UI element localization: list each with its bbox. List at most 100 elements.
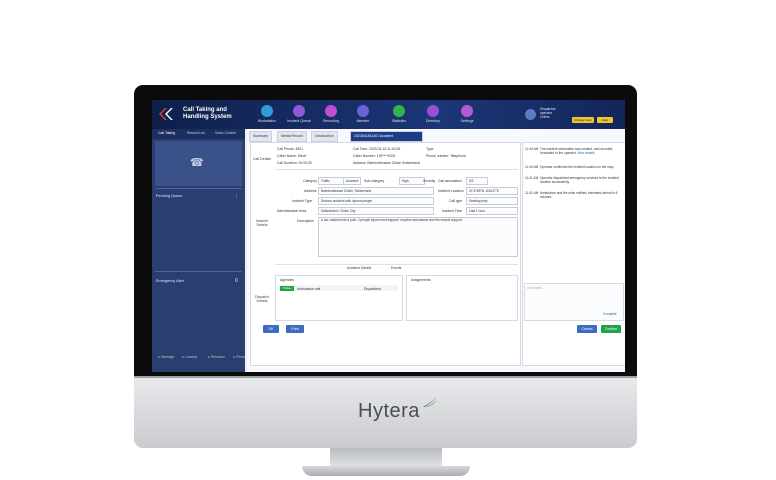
toggle-events[interactable]: Events [391,266,401,270]
divider [275,264,518,265]
pending-queue-label: Pending Queue [156,194,183,198]
member-icon [357,105,369,117]
timeline-text: Operator dispatched emergency services t… [540,176,619,184]
view-details-link[interactable]: View details [577,151,594,155]
description-label: Description [297,219,314,223]
ok-button[interactable]: OK [263,325,279,333]
description-field[interactable]: A car crashed into a pole; 2 people inju… [318,217,518,257]
incident-form: Call Details Call Phone: 4501 Call Time:… [250,142,521,366]
incident-time-label: Incident Time [442,209,463,213]
nav-member[interactable]: Member [348,105,378,129]
print-button[interactable]: Print [286,325,304,333]
severity-field[interactable]: High [399,177,425,185]
user-info: Dispatcher operator Online [540,107,556,120]
toggle-accident-details[interactable]: Accident Details [347,266,371,270]
cancel-button[interactable]: Cancel [577,325,597,333]
user-avatar-icon[interactable] [525,109,536,120]
tab-media-record[interactable]: Media Record [277,131,307,142]
agency-status: Dispatched [364,287,381,291]
call-duration: Call Duration: 00:00:30 [277,161,312,165]
call-type-field[interactable]: Seeking help [466,197,518,205]
tab-summary[interactable]: Summary [249,131,272,142]
dispatch-details-label: Dispatch Details [255,295,269,303]
expand-icon[interactable]: ⋮ [234,193,239,199]
nav-statistics[interactable]: Statistics [384,105,414,129]
address-field[interactable]: Bahnhofstrasse Zürich, Switzerland [318,187,434,195]
brand-logo: Hytera [358,397,437,423]
timeline-time: 11:41 AM [525,176,539,180]
timeline-time: 11:40 AM [525,147,539,151]
brand-swoosh-icon [423,397,437,407]
call-association-label: Call association [438,179,462,183]
call-time: Call Time: 2023-04-18 11:40:25 [353,147,401,151]
statistics-icon [393,105,405,117]
admin-area-field[interactable]: Switzerland / Zürich City [318,207,434,215]
incident-location-field[interactable]: 47.3769°N, 8.5417°E [466,187,518,195]
help-button[interactable]: Help [597,117,613,123]
footer-phone[interactable]: ● Phone [233,355,245,359]
incident-type-field[interactable]: Serious accident with injured people [318,197,434,205]
incident-details-label: Incident Details [255,219,269,227]
monitor-stand-base [302,466,470,476]
timeline-text: Ambulance and fire units notified; estim… [540,191,618,199]
agency-tag: Police [280,286,294,291]
app-screen: Call Taking and Handling System Workstat… [152,100,625,372]
address-label: Address [304,189,317,193]
sub-category-field[interactable]: Accident [343,177,361,185]
app-title: Call Taking and Handling System [183,107,232,120]
note-input[interactable]: Add notes... Complete [524,283,624,321]
note-placeholder: Add notes... [527,286,545,290]
call-details-label: Call Details [252,157,272,161]
timeline-time: 11:40 AM [525,165,539,169]
tab-record-list[interactable]: Record List [187,131,205,135]
nav-workstation[interactable]: Workstation [252,105,282,129]
caller-address: Address: Bahnhofstrasse Zürich Switzerla… [353,161,420,165]
directory-icon [427,105,439,117]
footer-resource[interactable]: ● Resource [208,355,225,359]
divider [155,271,242,272]
phone-icon[interactable]: ☎ [190,156,204,169]
main-area: Summary Media Record Geolocation 2023041… [247,129,625,372]
agencies-header: Agencies [280,278,294,282]
footer-location[interactable]: ● Location [182,355,197,359]
tab-call-taking[interactable]: Call Taking [158,131,175,135]
admin-area-label: Administrative Area [277,209,307,213]
workstation-icon [261,105,273,117]
assignments-header: Assignments [411,278,431,282]
nav-incident-queue[interactable]: Incident Queue [284,105,314,129]
assignments-panel: Assignments [406,275,518,321]
recording-icon [325,105,337,117]
category-field[interactable]: Traffic [318,177,344,185]
timeline-text: Operator confirmed the incident location… [540,165,615,169]
nav-directory[interactable]: Directory [418,105,448,129]
change-user-button[interactable]: Change User [572,117,594,123]
header-bar: Call Taking and Handling System Workstat… [152,100,625,129]
nav-settings[interactable]: Settings [452,105,482,129]
confirm-button[interactable]: Confirm [601,325,621,333]
call-type-text: Type [426,147,434,151]
call-type-label: Call type [449,199,463,203]
footer-message[interactable]: ● Message [158,355,174,359]
emergency-alert-count: 0 [235,278,238,284]
emergency-alert-label: Emergency Alert [156,279,184,283]
timeline-text: The incident information was created; ca… [540,147,613,155]
timeline-time: 11:41 AM [525,191,539,195]
agency-name: Ambulance unit [297,287,321,291]
left-sidebar: Call Taking Record List Voice Control ☎ … [152,129,245,372]
incident-type-label: Incident Type [292,199,313,203]
phone-number-type: Phone number: Telephone [426,154,466,158]
tab-geolocation[interactable]: Geolocation [311,131,338,142]
tab-active-incident[interactable]: 2023041811401 Accident [350,131,423,142]
nav-recording[interactable]: Recording [316,105,346,129]
queue-icon [293,105,305,117]
call-association-field[interactable]: 0/3 [466,177,488,185]
timeline-panel: 11:40 AM The incident information was cr… [522,142,625,366]
caller-name: Caller Name: Steve [277,154,307,158]
incident-time-field[interactable]: Last 1 hour [466,207,518,215]
divider [155,188,242,189]
settings-icon [461,105,473,117]
complete-link[interactable]: Complete [603,312,617,316]
severity-label: Sub-category [364,179,385,183]
severity-caption: Severity [423,179,436,183]
tab-voice-control[interactable]: Voice Control [215,131,236,135]
